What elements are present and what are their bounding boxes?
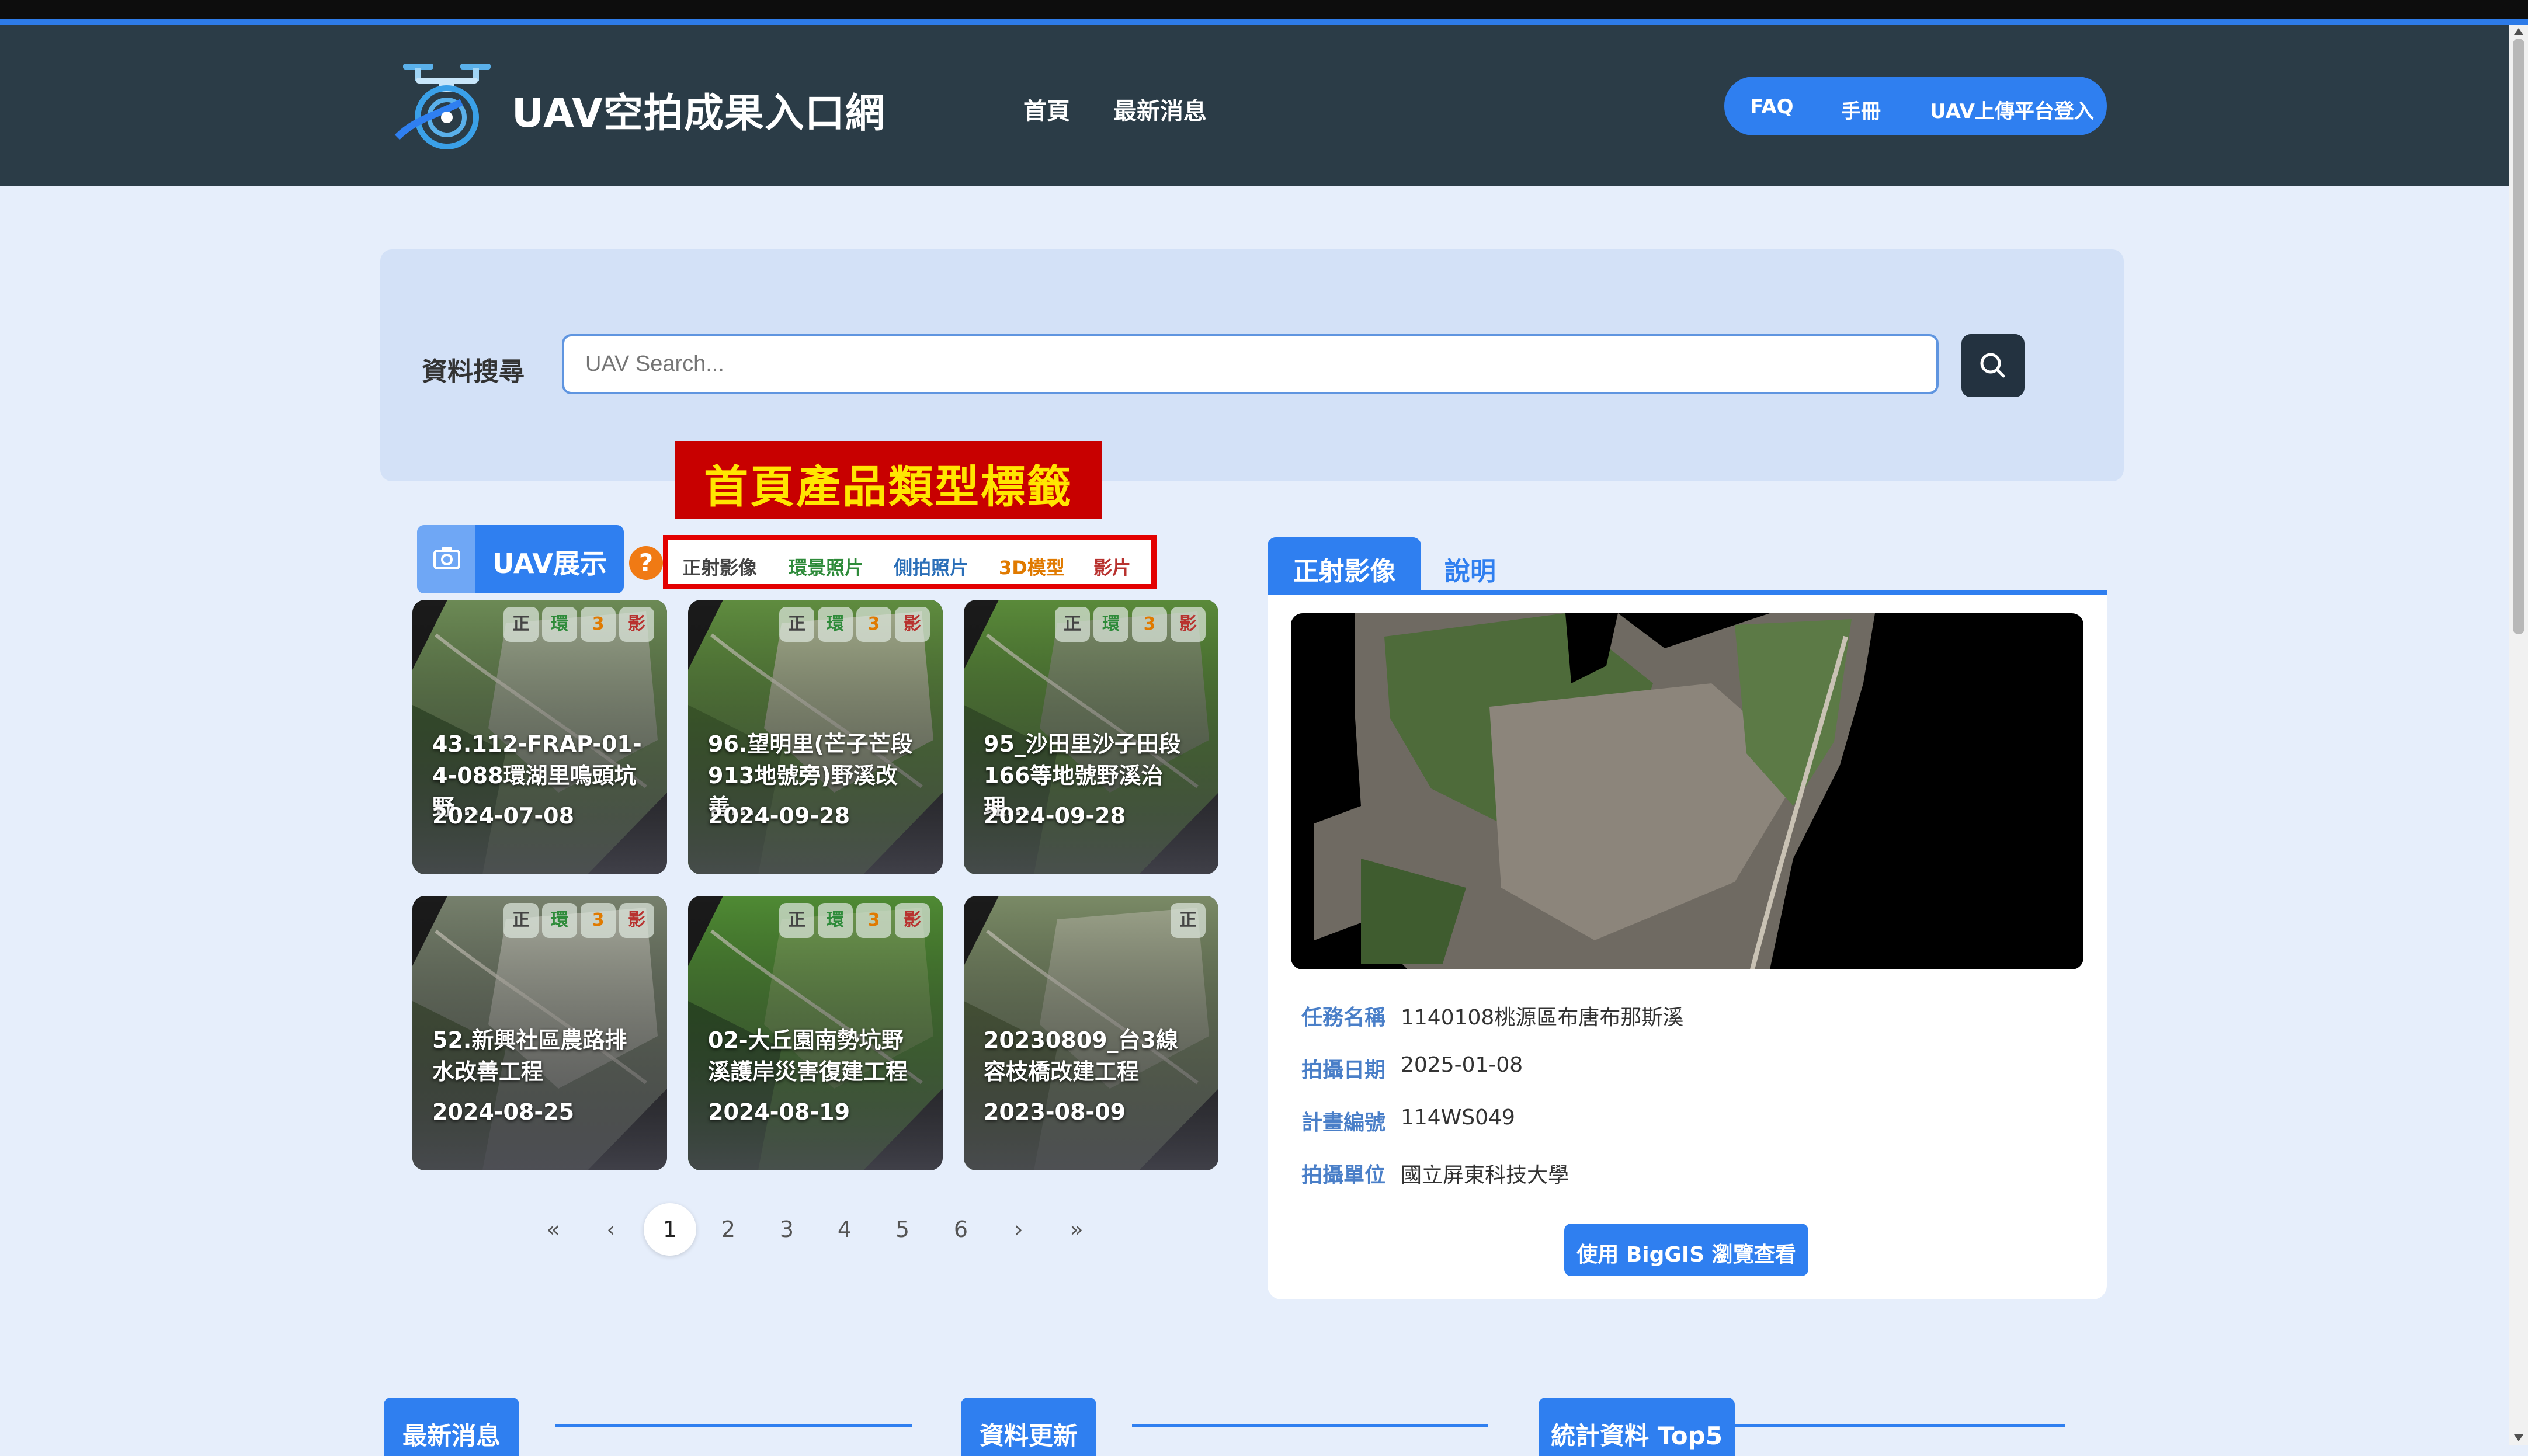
uav-card[interactable]: 正環 3 影 02-大丘園南勢坑野溪護岸災害復建工程 2024-08-19: [688, 896, 943, 1170]
tag-3d-model[interactable]: 3D模型: [999, 553, 1065, 580]
product-chip-model: 3: [856, 607, 891, 642]
orthophoto-render: [1314, 613, 1875, 969]
card-date: 2024-09-28: [708, 803, 850, 829]
page-prev[interactable]: ‹: [585, 1203, 637, 1256]
product-chip-video: 影: [895, 903, 930, 938]
search-label: 資料搜尋: [422, 357, 525, 387]
card-title: 20230809_台3線容枝橋改建工程: [984, 1027, 1178, 1085]
card-date: 2024-07-08: [432, 803, 575, 829]
product-chip-ortho: 正: [779, 903, 814, 938]
tag-oblique[interactable]: 側拍照片: [894, 553, 968, 580]
page-6[interactable]: 6: [935, 1203, 987, 1256]
tag-video[interactable]: 影片: [1093, 553, 1131, 580]
site-brand[interactable]: UAV空拍成果入口網: [512, 81, 886, 138]
card-title: 02-大丘園南勢坑野溪護岸災害復建工程: [708, 1027, 908, 1085]
product-chip-model: 3: [856, 903, 891, 938]
shoot-unit-value: 國立屏東科技大學: [1401, 1163, 1569, 1187]
help-icon[interactable]: ?: [629, 546, 663, 580]
camera-icon: [433, 547, 460, 569]
page-5[interactable]: 5: [876, 1203, 929, 1256]
section-updates-line: [1132, 1424, 1488, 1427]
product-chip-pano: 環: [542, 607, 577, 642]
tab-ortho-label: 正射影像: [1293, 557, 1396, 586]
search-icon: [1980, 353, 2005, 378]
showcase-icon-box: [417, 525, 475, 593]
card-date: 2024-09-28: [984, 803, 1126, 829]
card-date: 2024-08-19: [708, 1099, 850, 1125]
nav-news[interactable]: 最新消息: [1113, 92, 1207, 126]
task-name-label: 任務名稱: [1301, 1006, 1386, 1030]
product-chip-video: 影: [619, 903, 654, 938]
shoot-date-label: 拍攝日期: [1301, 1058, 1386, 1082]
uav-card[interactable]: 正環 3 影 43.112-FRAP-01-4-088環湖里嗚頭坑野... 2024-0…: [412, 600, 667, 874]
top-accent-line: [0, 19, 2528, 25]
annotation-title: 首頁產品類型標籤: [704, 461, 1073, 513]
search-button[interactable]: [1961, 334, 2025, 397]
product-chip-pano: 環: [818, 607, 853, 642]
product-chip-video: 影: [1171, 607, 1206, 642]
product-chip-pano: 環: [818, 903, 853, 938]
card-date: 2024-08-25: [432, 1099, 575, 1125]
drone-logo-icon[interactable]: [391, 61, 502, 149]
biggis-view-label: 使用 BigGIS 瀏覽查看: [1576, 1243, 1796, 1267]
section-news-line: [555, 1424, 912, 1427]
section-news-label: 最新消息: [402, 1422, 501, 1450]
page-2[interactable]: 2: [702, 1203, 755, 1256]
scroll-up-icon[interactable]: [2509, 25, 2528, 39]
tab-description[interactable]: 說明: [1444, 550, 1496, 588]
faq-link[interactable]: FAQ: [1750, 95, 1794, 119]
nav-home[interactable]: 首頁: [1023, 92, 1070, 126]
page-first[interactable]: «: [527, 1203, 579, 1256]
page-4[interactable]: 4: [818, 1203, 871, 1256]
page-last[interactable]: »: [1050, 1203, 1103, 1256]
product-chip-model: 3: [1132, 607, 1167, 642]
site-header: [0, 25, 2528, 186]
uav-card[interactable]: 正 20230809_台3線容枝橋改建工程 2023-08-09: [964, 896, 1218, 1170]
tag-pano[interactable]: 環景照片: [789, 553, 863, 580]
product-chip-ortho: 正: [779, 607, 814, 642]
uav-card[interactable]: 正環 3 影 96.望明里(芒子芒段913地號旁)野溪改善... 2024-09-28: [688, 600, 943, 874]
product-chip-pano: 環: [542, 903, 577, 938]
project-id-label: 計畫編號: [1301, 1111, 1386, 1135]
section-stats-label: 統計資料 Top5: [1551, 1422, 1723, 1450]
showcase-title: UAV展示: [492, 548, 607, 579]
product-chip-ortho: 正: [1055, 607, 1090, 642]
search-input[interactable]: [562, 334, 1939, 394]
top-bar: [0, 0, 2528, 19]
uav-card[interactable]: 正環 3 影 95_沙田里沙子田段166等地號野溪治理... 2024-09-28: [964, 600, 1218, 874]
project-id-value: 114WS049: [1401, 1106, 1515, 1130]
manual-link[interactable]: 手冊: [1841, 95, 1881, 124]
shoot-unit-label: 拍攝單位: [1301, 1163, 1386, 1187]
section-updates-label: 資料更新: [979, 1422, 1078, 1450]
upload-login-link[interactable]: UAV上傳平台登入: [1930, 95, 2094, 124]
card-title: 52.新興社區農路排水改善工程: [432, 1027, 627, 1085]
section-stats-line: [1735, 1424, 2065, 1427]
product-chip-pano: 環: [1093, 607, 1128, 642]
page-3[interactable]: 3: [761, 1203, 813, 1256]
product-chip-video: 影: [895, 607, 930, 642]
product-chip-model: 3: [581, 607, 616, 642]
ortho-preview-image[interactable]: [1291, 613, 2083, 969]
scrollbar-thumb[interactable]: [2513, 39, 2524, 634]
uav-card[interactable]: 正環 3 影 52.新興社區農路排水改善工程 2024-08-25: [412, 896, 667, 1170]
page-1[interactable]: 1: [644, 1203, 696, 1256]
scroll-down-icon[interactable]: [2509, 1431, 2528, 1445]
tab-underline: [1268, 590, 2107, 595]
card-date: 2023-08-09: [984, 1099, 1126, 1125]
product-chip-ortho: 正: [503, 607, 539, 642]
shoot-date-value: 2025-01-08: [1401, 1053, 1523, 1077]
tag-ortho[interactable]: 正射影像: [682, 553, 757, 580]
product-chip-ortho: 正: [1171, 903, 1206, 938]
product-chip-model: 3: [581, 903, 616, 938]
product-chip-ortho: 正: [503, 903, 539, 938]
page-next[interactable]: ›: [992, 1203, 1045, 1256]
task-name-value: 1140108桃源區布唐布那斯溪: [1401, 1006, 1684, 1030]
product-chip-video: 影: [619, 607, 654, 642]
